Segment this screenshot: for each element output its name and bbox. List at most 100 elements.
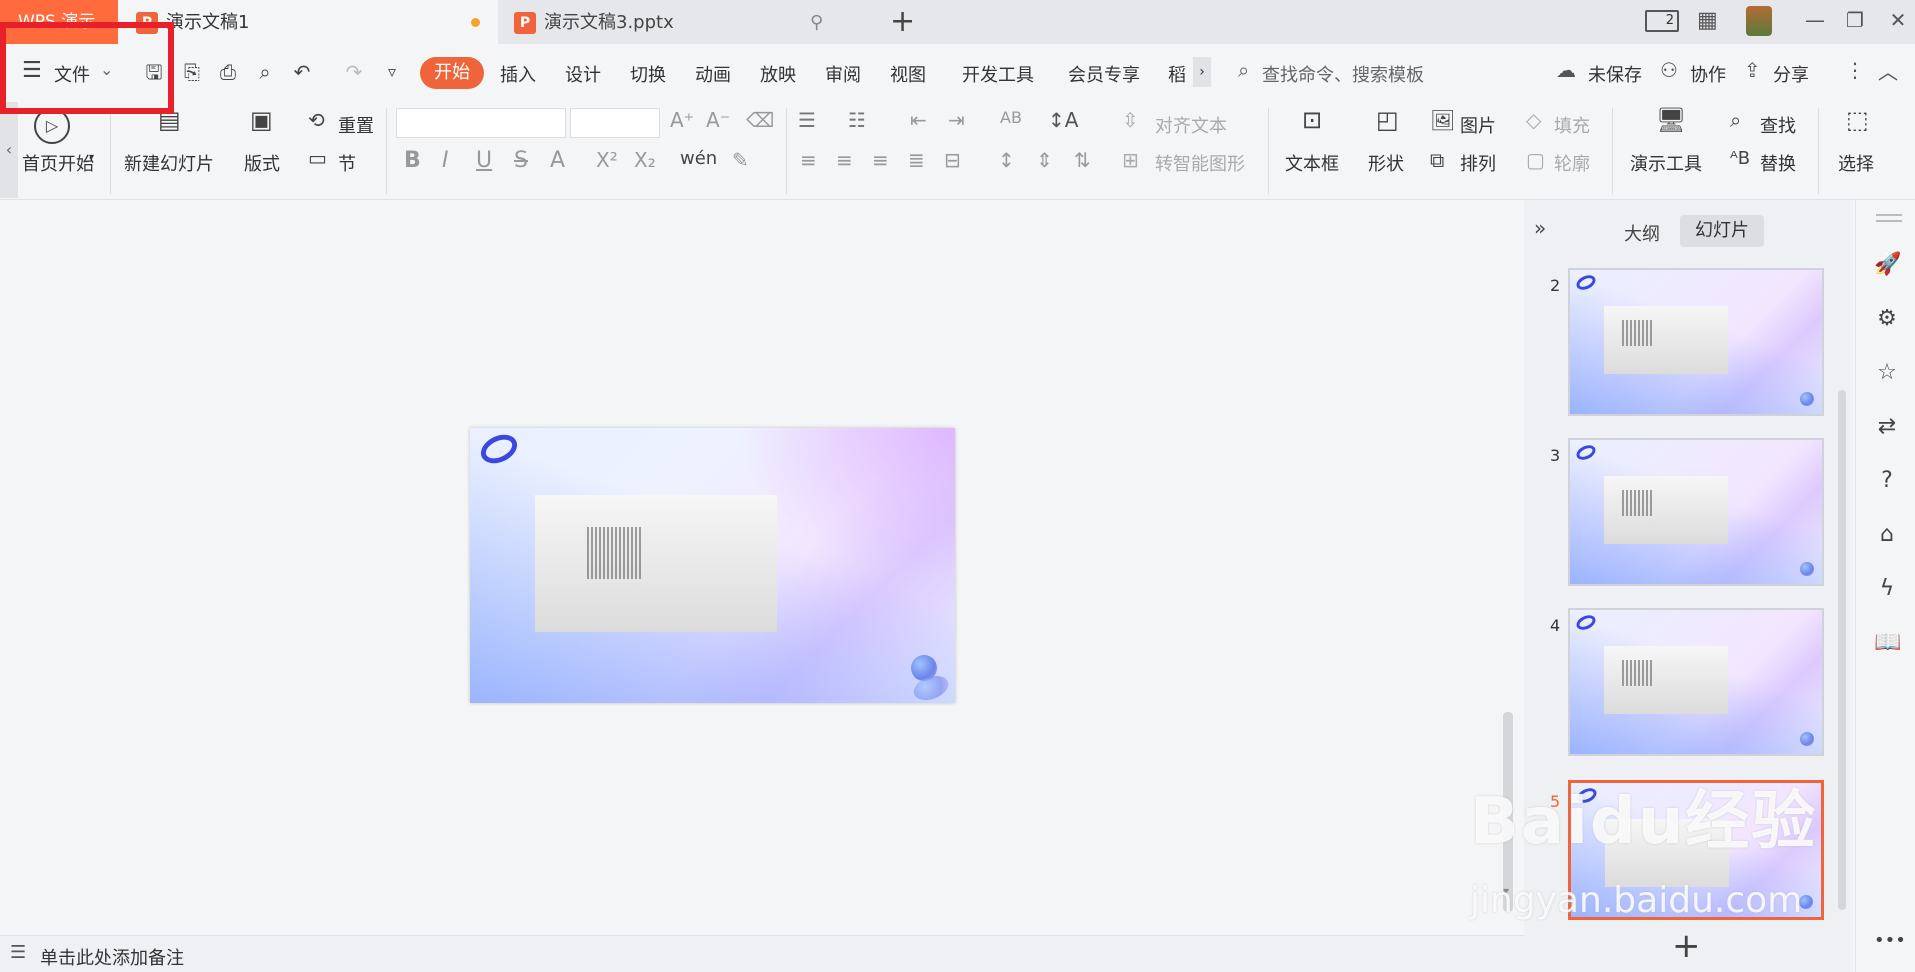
minimize-icon[interactable]: — bbox=[1800, 8, 1830, 32]
arrange-button[interactable]: 排列 bbox=[1460, 150, 1496, 176]
tab-developer[interactable]: 开发工具 bbox=[962, 61, 1034, 87]
highlight-icon[interactable]: ✎ bbox=[732, 148, 749, 172]
add-slide-button[interactable]: + bbox=[1672, 926, 1701, 966]
line-spacing-icon[interactable]: ↕ bbox=[998, 148, 1015, 172]
layout-icon[interactable]: ▣ bbox=[250, 106, 273, 134]
spacing-options-icon[interactable]: ⇅ bbox=[1074, 148, 1091, 172]
tab-home[interactable]: 开始 bbox=[420, 57, 484, 89]
picture-button[interactable]: 图片 bbox=[1460, 112, 1496, 138]
subscript-icon[interactable]: X₂ bbox=[634, 148, 656, 172]
book-icon[interactable]: 📖 bbox=[1874, 630, 1901, 655]
pin-icon[interactable]: ⚲ bbox=[810, 0, 823, 46]
print-preview-icon[interactable]: ⌕ bbox=[251, 58, 279, 86]
bold-icon[interactable]: B bbox=[404, 148, 421, 173]
slide-thumbnail-3[interactable] bbox=[1568, 438, 1824, 586]
slide-text-placeholder[interactable] bbox=[535, 495, 777, 632]
avatar[interactable] bbox=[1746, 6, 1772, 36]
tab-slides[interactable]: 幻灯片 bbox=[1680, 215, 1764, 247]
tab-member[interactable]: 会员专享 bbox=[1068, 61, 1140, 87]
more-icon[interactable]: ••• bbox=[1874, 930, 1906, 951]
star-icon[interactable]: ☆ bbox=[1874, 360, 1900, 385]
tab-daoke[interactable]: 稻 bbox=[1168, 61, 1186, 87]
lightning-icon[interactable]: ϟ bbox=[1874, 576, 1900, 601]
ribbon-scroll-left-icon[interactable]: ‹ bbox=[0, 102, 18, 198]
play-from-start-button[interactable]: 首页开始 bbox=[20, 150, 94, 176]
textbox-button[interactable]: 文本框 bbox=[1285, 150, 1339, 176]
rocket-icon[interactable]: 🚀 bbox=[1874, 252, 1901, 277]
text-case-icon[interactable]: AB bbox=[1000, 108, 1022, 127]
layout-button[interactable]: 版式 bbox=[244, 150, 280, 176]
font-color-icon[interactable]: A bbox=[550, 148, 565, 173]
chevron-down-icon[interactable]: ▾ bbox=[89, 152, 94, 163]
find-button[interactable]: 查找 bbox=[1760, 112, 1796, 138]
print-icon[interactable]: ⎙ bbox=[214, 58, 242, 86]
reset-button[interactable]: 重置 bbox=[338, 112, 374, 138]
smart-shape-button[interactable]: 转智能图形 bbox=[1155, 150, 1245, 176]
tab-insert[interactable]: 插入 bbox=[500, 61, 536, 87]
outline-button[interactable]: 轮廓 bbox=[1554, 150, 1590, 176]
add-tab-button[interactable]: + bbox=[890, 4, 915, 39]
current-slide[interactable] bbox=[470, 428, 955, 703]
search-input[interactable]: 查找命令、搜索模板 bbox=[1262, 61, 1424, 87]
shape-icon[interactable]: ◰ bbox=[1376, 106, 1399, 134]
store-icon[interactable]: ⌂ bbox=[1874, 522, 1900, 547]
align-center-icon[interactable]: ≡ bbox=[836, 148, 853, 172]
sliders-icon[interactable]: ⚙ bbox=[1874, 306, 1900, 331]
customize-toolbar-icon[interactable]: ▿ bbox=[378, 58, 406, 86]
align-text-button[interactable]: 对齐文本 bbox=[1155, 112, 1227, 138]
panel-scrollbar[interactable] bbox=[1838, 390, 1846, 910]
underline-icon[interactable]: U bbox=[476, 148, 492, 173]
font-size-select[interactable] bbox=[570, 108, 660, 138]
swap-icon[interactable]: ⇄ bbox=[1874, 414, 1900, 439]
new-slide-button[interactable]: 新建幻灯片 bbox=[124, 150, 214, 176]
tab-transition[interactable]: 切换 bbox=[630, 61, 666, 87]
distribute-icon[interactable]: ⊟ bbox=[944, 148, 961, 172]
undo-icon[interactable]: ↶ bbox=[288, 58, 316, 86]
notes-placeholder[interactable]: 单击此处添加备注 bbox=[40, 944, 184, 970]
more-tabs-icon[interactable]: › bbox=[1193, 57, 1211, 87]
tab-document-3[interactable]: P 演示文稿3.pptx ⚲ bbox=[500, 0, 872, 44]
help-icon[interactable]: ? bbox=[1874, 468, 1900, 493]
collapse-ribbon-icon[interactable]: ︿ bbox=[1878, 56, 1898, 85]
page-indicator[interactable]: 2 bbox=[1645, 10, 1679, 32]
tab-review[interactable]: 审阅 bbox=[825, 61, 861, 87]
superscript-icon[interactable]: X² bbox=[596, 148, 618, 172]
select-icon[interactable]: ⬚ bbox=[1846, 106, 1869, 134]
text-direction-icon[interactable]: ↕A bbox=[1048, 108, 1078, 132]
restore-icon[interactable]: ❐ bbox=[1840, 8, 1870, 32]
tab-view[interactable]: 视图 bbox=[890, 61, 926, 87]
justify-icon[interactable]: ≣ bbox=[908, 148, 925, 172]
decrease-indent-icon[interactable]: ⇤ bbox=[910, 108, 927, 132]
tab-design[interactable]: 设计 bbox=[565, 61, 601, 87]
phonetic-icon[interactable]: wén bbox=[680, 148, 717, 169]
clear-format-icon[interactable]: ⌫ bbox=[746, 108, 774, 132]
presentation-tools-button[interactable]: 演示工具 bbox=[1630, 150, 1702, 176]
collaborate-button[interactable]: 协作 bbox=[1690, 61, 1726, 87]
collapse-panel-icon[interactable]: » bbox=[1534, 216, 1546, 240]
align-right-icon[interactable]: ≡ bbox=[872, 148, 889, 172]
more-options-icon[interactable]: ⋮ bbox=[1845, 58, 1865, 82]
increase-indent-icon[interactable]: ⇥ bbox=[948, 108, 965, 132]
fill-button[interactable]: 填充 bbox=[1554, 112, 1590, 138]
tab-outline[interactable]: 大纲 bbox=[1624, 220, 1660, 246]
section-button[interactable]: 节 bbox=[338, 150, 356, 176]
shape-button[interactable]: 形状 bbox=[1368, 150, 1404, 176]
redo-icon[interactable]: ↷ bbox=[340, 58, 368, 86]
italic-icon[interactable]: I bbox=[442, 148, 449, 173]
textbox-icon[interactable]: ⊡ bbox=[1302, 106, 1322, 134]
slide-thumbnail-4[interactable] bbox=[1568, 608, 1824, 756]
share-button[interactable]: 分享 bbox=[1773, 61, 1809, 87]
bullet-list-icon[interactable]: ☰ bbox=[798, 108, 816, 132]
presentation-tools-icon[interactable]: 🖥 bbox=[1656, 106, 1686, 134]
numbered-list-icon[interactable]: ☷ bbox=[848, 108, 866, 132]
slide-thumbnail-2[interactable] bbox=[1568, 268, 1824, 416]
close-icon[interactable]: ✕ bbox=[1883, 8, 1913, 32]
select-button[interactable]: 选择 bbox=[1838, 150, 1874, 176]
tab-document-1[interactable]: P 演示文稿1 bbox=[118, 0, 498, 44]
export-pdf-icon[interactable]: ⎘ bbox=[178, 58, 206, 86]
strikethrough-icon[interactable]: S bbox=[514, 148, 528, 173]
tab-animation[interactable]: 动画 bbox=[695, 61, 731, 87]
align-left-icon[interactable]: ≡ bbox=[800, 148, 817, 172]
increase-font-icon[interactable]: A⁺ bbox=[670, 108, 694, 132]
paragraph-spacing-icon[interactable]: ⇕ bbox=[1036, 148, 1053, 172]
